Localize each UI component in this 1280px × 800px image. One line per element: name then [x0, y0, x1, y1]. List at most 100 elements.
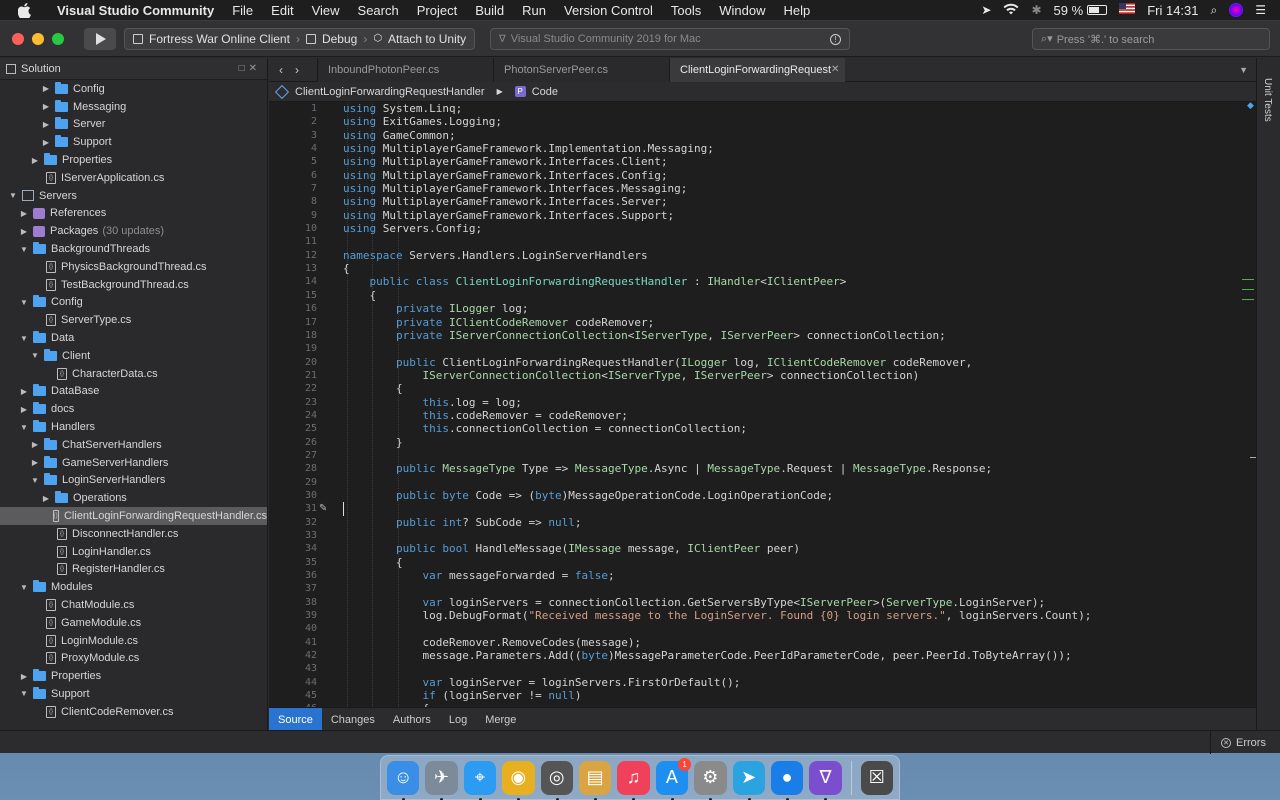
expanded-arrow-icon[interactable]: ▼: [19, 689, 29, 698]
code-line[interactable]: var loginServer = loginServers.FirstOrDe…: [343, 676, 1233, 689]
tab-log[interactable]: Log: [440, 708, 476, 731]
tree-folder-item[interactable]: ▶ References: [0, 205, 267, 223]
code-line[interactable]: public class ClientLoginForwardingReques…: [343, 275, 1233, 288]
code-line[interactable]: var messageForwarded = false;: [343, 569, 1233, 582]
music-icon[interactable]: ♫: [617, 760, 650, 800]
code-line[interactable]: namespace Servers.Handlers.LoginServerHa…: [343, 249, 1233, 262]
collapsed-arrow-icon[interactable]: ▶: [30, 458, 40, 467]
collapsed-arrow-icon[interactable]: ▶: [19, 227, 29, 236]
tree-file-item[interactable]: {} LoginModule.cs: [0, 632, 267, 650]
scroll-indicator[interactable]: ◆: [1240, 102, 1256, 707]
code-line[interactable]: [343, 342, 1233, 355]
menu-view[interactable]: View: [303, 3, 349, 18]
code-line[interactable]: this.codeRemover = codeRemover;: [343, 409, 1233, 422]
code-line[interactable]: {: [343, 382, 1233, 395]
code-text-area[interactable]: 1 2 3 4 5 6 7 8 9 10 11 12 13 14 15 16 17 18 19 20 21 22 23 24 2…: [269, 102, 1256, 707]
tree-file-item[interactable]: {} ServerType.cs: [0, 311, 267, 329]
expanded-arrow-icon[interactable]: ▼: [8, 191, 18, 200]
code-line[interactable]: if (loginServer != null): [343, 689, 1233, 702]
tree-folder-item[interactable]: ▶ GameServerHandlers: [0, 454, 267, 472]
tree-folder-item[interactable]: ▶ Operations: [0, 489, 267, 507]
code-line[interactable]: this.connectionCollection = connectionCo…: [343, 422, 1233, 435]
code-line[interactable]: message.Parameters.Add((byte)MessagePara…: [343, 649, 1233, 662]
breadcrumb-class[interactable]: ClientLoginForwardingRequestHandler: [295, 86, 485, 98]
notification-center-icon[interactable]: ☰: [1255, 3, 1266, 17]
menu-file[interactable]: File: [223, 3, 262, 18]
tab-inbound-photon-peer[interactable]: InboundPhotonPeer.cs: [317, 57, 493, 82]
expanded-arrow-icon[interactable]: ▼: [30, 351, 40, 360]
tree-file-item[interactable]: {} ChatModule.cs: [0, 596, 267, 614]
tab-changes[interactable]: Changes: [322, 708, 384, 731]
code-line[interactable]: [343, 622, 1233, 635]
tree-folder-item[interactable]: ▼ Config: [0, 294, 267, 312]
code-line[interactable]: using MultiplayerGameFramework.Implement…: [343, 142, 1233, 155]
run-button[interactable]: [84, 27, 116, 50]
app-store-icon[interactable]: A1: [655, 757, 692, 800]
code-lines[interactable]: using System.Linq; using ExitGames.Loggin…: [343, 102, 1233, 707]
menu-edit[interactable]: Edit: [262, 3, 302, 18]
project-name[interactable]: Fortress War Online Client: [149, 32, 290, 46]
collapsed-arrow-icon[interactable]: ▶: [41, 138, 51, 147]
code-line[interactable]: public bool HandleMessage(IMessage messa…: [343, 542, 1233, 555]
collapsed-arrow-icon[interactable]: ▶: [19, 387, 29, 396]
code-line[interactable]: [343, 662, 1233, 675]
collapsed-arrow-icon[interactable]: ▶: [41, 102, 51, 111]
tree-file-item[interactable]: {} LoginHandler.cs: [0, 543, 267, 561]
telegram-icon[interactable]: ➤: [732, 760, 765, 800]
expanded-arrow-icon[interactable]: ▼: [19, 334, 29, 343]
menu-version-control[interactable]: Version Control: [555, 3, 662, 18]
code-line[interactable]: [343, 529, 1233, 542]
code-line[interactable]: using System.Linq;: [343, 102, 1233, 115]
code-line[interactable]: IServerConnectionCollection<IServerType,…: [343, 369, 1233, 382]
telegram-status-icon[interactable]: ➤: [981, 3, 991, 17]
code-line[interactable]: [343, 502, 1233, 516]
pad-controls[interactable]: □✕: [239, 63, 261, 74]
us-flag-icon[interactable]: [1119, 3, 1136, 17]
collapsed-arrow-icon[interactable]: ▶: [41, 494, 51, 503]
apple-icon[interactable]: [18, 2, 34, 18]
code-line[interactable]: public MessageType Type => MessageType.A…: [343, 462, 1233, 475]
system-preferences-icon[interactable]: ⚙: [694, 760, 727, 800]
preview-icon[interactable]: ▤: [578, 760, 612, 800]
siri-icon[interactable]: [1229, 3, 1244, 17]
menu-help[interactable]: Help: [774, 3, 819, 18]
tree-file-item[interactable]: {} IServerApplication.cs: [0, 169, 267, 187]
tree-folder-item[interactable]: ▼ Support: [0, 685, 267, 703]
target-name[interactable]: Attach to Unity: [388, 32, 466, 46]
collapsed-arrow-icon[interactable]: ▶: [19, 209, 29, 218]
search-input[interactable]: ⌕▾ Press '⌘.' to search: [1032, 28, 1270, 50]
dvd-player-icon[interactable]: ◎: [540, 760, 573, 800]
code-line[interactable]: [343, 582, 1233, 595]
expanded-arrow-icon[interactable]: ▼: [19, 298, 29, 307]
code-line[interactable]: public byte Code => (byte)MessageOperati…: [343, 489, 1233, 502]
collapsed-arrow-icon[interactable]: ▶: [19, 672, 29, 681]
tree-folder-item[interactable]: ▼ Modules: [0, 578, 267, 596]
code-line[interactable]: using MultiplayerGameFramework.Interface…: [343, 195, 1233, 208]
tab-merge[interactable]: Merge: [476, 708, 525, 731]
expanded-arrow-icon[interactable]: ▼: [19, 423, 29, 432]
collapsed-arrow-icon[interactable]: ▶: [30, 156, 40, 165]
tree-folder-item[interactable]: ▶ Messaging: [0, 98, 267, 116]
tree-folder-item[interactable]: ▶ Properties: [0, 667, 267, 685]
tree-folder-item[interactable]: ▶ Properties: [0, 151, 267, 169]
code-line[interactable]: public ClientLoginForwardingRequestHandl…: [343, 356, 1233, 369]
tree-file-item[interactable]: {} ProxyModule.cs: [0, 650, 267, 668]
tree-file-item[interactable]: {} ClientLoginForwardingRequestHandler.cs: [0, 507, 267, 525]
code-line[interactable]: using MultiplayerGameFramework.Interface…: [343, 169, 1233, 182]
wifi-icon[interactable]: [1003, 3, 1019, 18]
code-line[interactable]: var loginServers = connectionCollection.…: [343, 596, 1233, 609]
tab-client-login-forwarding[interactable]: ClientLoginForwardingRequest ✕: [669, 57, 845, 82]
finder-icon[interactable]: ☺: [387, 760, 420, 800]
close-window-button[interactable]: [12, 32, 24, 45]
chrome-icon[interactable]: ◉: [502, 760, 535, 800]
tree-file-item[interactable]: {} RegisterHandler.cs: [0, 561, 267, 579]
menu-window[interactable]: Window: [710, 3, 774, 18]
code-line[interactable]: using MultiplayerGameFramework.Interface…: [343, 182, 1233, 195]
tree-folder-item[interactable]: ▶ Packages (30 updates): [0, 222, 267, 240]
collapsed-arrow-icon[interactable]: ▶: [41, 120, 51, 129]
collapsed-arrow-icon[interactable]: ▶: [19, 405, 29, 414]
unit-tests-pad-toggle[interactable]: Unit Tests: [1262, 78, 1273, 122]
code-line[interactable]: private ILogger log;: [343, 302, 1233, 315]
tree-folder-item[interactable]: ▶ Server: [0, 116, 267, 134]
code-line[interactable]: }: [343, 436, 1233, 449]
